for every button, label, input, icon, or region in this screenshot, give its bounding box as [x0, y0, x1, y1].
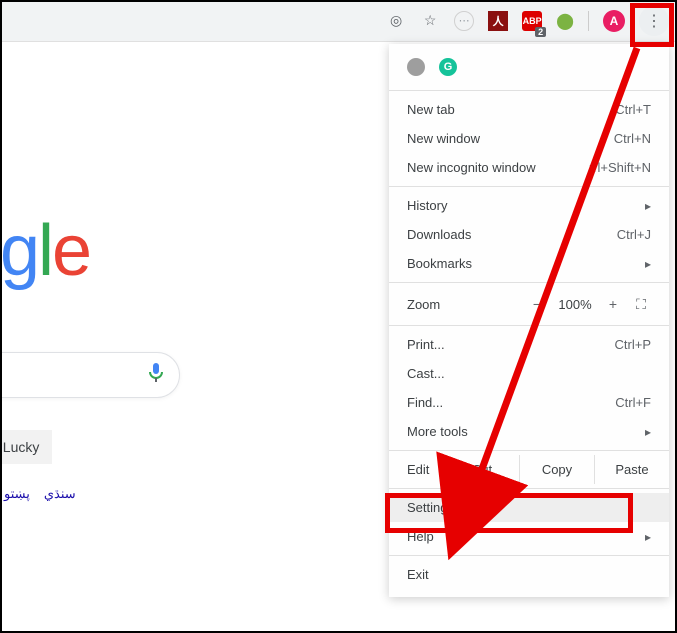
- grammarly-icon[interactable]: G: [439, 58, 457, 76]
- shortcut-text: Ctrl+N: [614, 131, 651, 146]
- menu-divider: [389, 282, 669, 283]
- zoom-label: Zoom: [407, 297, 440, 312]
- google-search-input[interactable]: [0, 352, 180, 398]
- menu-extension-row: G: [389, 52, 669, 86]
- shortcut-text: Ctrl+P: [615, 337, 651, 352]
- zoom-value: 100%: [555, 297, 595, 312]
- menu-divider: [389, 186, 669, 187]
- menu-divider: [389, 450, 669, 451]
- extension-abp-icon[interactable]: ABP2: [522, 11, 542, 31]
- google-logo: g l e: [0, 210, 190, 292]
- menu-label: New incognito window: [407, 160, 536, 175]
- menu-history[interactable]: History: [389, 191, 669, 220]
- menu-divider: [389, 90, 669, 91]
- globe-icon[interactable]: [407, 58, 425, 76]
- menu-label: New tab: [407, 102, 455, 117]
- lang-link-sindhi[interactable]: سنڌي: [44, 486, 76, 502]
- menu-downloads[interactable]: Downloads Ctrl+J: [389, 220, 669, 249]
- menu-settings[interactable]: Settings: [389, 493, 669, 522]
- menu-help[interactable]: Help: [389, 522, 669, 551]
- edit-cut-button[interactable]: Cut: [444, 455, 519, 484]
- extension-adobe-icon[interactable]: 人: [488, 11, 508, 31]
- logo-letter-l: l: [38, 210, 52, 292]
- menu-more-tools[interactable]: More tools: [389, 417, 669, 446]
- menu-label: Settings: [407, 500, 454, 515]
- shortcut-text: Ctrl+T: [615, 102, 651, 117]
- menu-label: Print...: [407, 337, 445, 352]
- shortcut-text: Ctrl+J: [617, 227, 651, 242]
- logo-letter-g: g: [0, 210, 38, 292]
- menu-label: Exit: [407, 567, 429, 582]
- menu-label: Cast...: [407, 366, 445, 381]
- menu-divider: [389, 488, 669, 489]
- menu-find[interactable]: Find... Ctrl+F: [389, 388, 669, 417]
- abp-badge: 2: [535, 27, 546, 37]
- menu-exit[interactable]: Exit: [389, 560, 669, 589]
- menu-label: Bookmarks: [407, 256, 472, 271]
- chrome-menu-button[interactable]: ⋮: [639, 6, 669, 36]
- shortcut-text: Ctrl+F: [615, 395, 651, 410]
- profile-avatar[interactable]: A: [603, 10, 625, 32]
- menu-cast[interactable]: Cast...: [389, 359, 669, 388]
- menu-zoom-row: Zoom − 100% + ⛶: [389, 287, 669, 321]
- menu-bookmarks[interactable]: Bookmarks: [389, 249, 669, 278]
- extension-intel-icon[interactable]: ⋯: [454, 11, 474, 31]
- menu-new-incognito[interactable]: New incognito window trl+Shift+N: [389, 153, 669, 182]
- fullscreen-icon[interactable]: ⛶: [631, 294, 651, 314]
- language-links: پښتو سنڌي: [0, 486, 190, 502]
- bookmark-star-icon[interactable]: ☆: [420, 11, 440, 31]
- edit-label: Edit: [389, 455, 444, 484]
- mic-icon[interactable]: [149, 363, 163, 388]
- google-homepage-area: g l e Feeling Lucky پښتو سنڌي: [0, 210, 190, 502]
- chrome-dropdown-menu: G New tab Ctrl+T New window Ctrl+N New i…: [389, 44, 669, 597]
- kebab-icon: ⋮: [646, 11, 662, 31]
- menu-label: Downloads: [407, 227, 471, 242]
- target-icon[interactable]: ◎: [386, 11, 406, 31]
- zoom-out-button[interactable]: −: [527, 294, 547, 314]
- feeling-lucky-button[interactable]: Feeling Lucky: [0, 430, 52, 464]
- edit-copy-button[interactable]: Copy: [519, 455, 594, 484]
- menu-new-tab[interactable]: New tab Ctrl+T: [389, 95, 669, 124]
- menu-edit-row: Edit Cut Copy Paste: [389, 455, 669, 484]
- menu-divider: [389, 325, 669, 326]
- zoom-in-button[interactable]: +: [603, 294, 623, 314]
- menu-print[interactable]: Print... Ctrl+P: [389, 330, 669, 359]
- browser-toolbar: ◎ ☆ ⋯ 人 ABP2 ⬤ A ⋮: [0, 0, 677, 42]
- toolbar-separator: [588, 11, 589, 31]
- menu-label: Help: [407, 529, 434, 544]
- lang-link-pashto[interactable]: پښتو: [4, 486, 30, 502]
- menu-new-window[interactable]: New window Ctrl+N: [389, 124, 669, 153]
- menu-divider: [389, 555, 669, 556]
- menu-label: More tools: [407, 424, 468, 439]
- menu-label: New window: [407, 131, 480, 146]
- shortcut-text: trl+Shift+N: [590, 160, 651, 175]
- menu-label: Find...: [407, 395, 443, 410]
- edit-paste-button[interactable]: Paste: [594, 455, 669, 484]
- menu-label: History: [407, 198, 447, 213]
- extension-android-icon[interactable]: ⬤: [556, 11, 574, 31]
- logo-letter-e: e: [52, 210, 90, 292]
